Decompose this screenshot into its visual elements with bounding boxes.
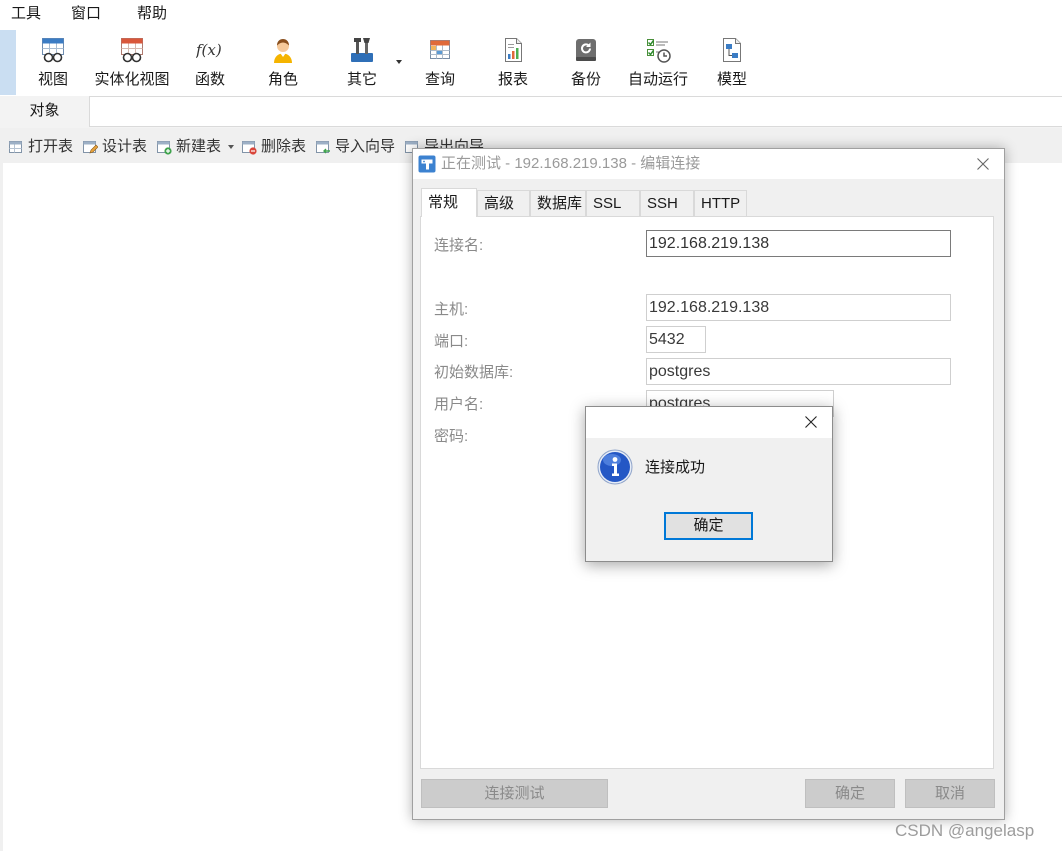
ok-button[interactable]: 确定 [805,779,895,808]
toolbar-report-button[interactable]: 报表 [473,33,553,93]
design-table-icon[interactable] [82,139,98,155]
toolbar-function-label: 函数 [194,71,225,88]
close-icon[interactable] [977,158,989,170]
navicat-app-icon [418,155,436,173]
toolbar-query-label: 查询 [424,71,455,88]
report-icon [499,36,527,64]
toolbar-view-button[interactable]: 视图 [13,33,93,93]
delete-table-icon[interactable] [241,139,257,155]
role-icon [269,36,297,64]
model-icon [718,36,746,64]
toolbar-view-label: 视图 [37,71,68,88]
design-table-button[interactable]: 设计表 [102,138,147,156]
port-field[interactable] [646,326,706,353]
open-table-button[interactable]: 打开表 [28,138,73,156]
connection-name-label: 连接名: [434,237,484,254]
toolbar-other-button[interactable]: 其它 [322,33,402,93]
connection-name-field[interactable] [646,230,951,257]
materialized-view-icon [118,36,146,64]
initial-database-field[interactable] [646,358,951,385]
dialog-title-bar[interactable]: 正在测试 - 192.168.219.138 - 编辑连接 [413,149,1004,179]
host-label: 主机: [434,301,469,318]
dialog-title: 正在测试 - 192.168.219.138 - 编辑连接 [441,155,701,172]
message-box-title-bar[interactable] [586,407,832,438]
import-wizard-button[interactable]: 导入向导 [335,138,395,156]
menu-help[interactable]: 帮助 [137,5,167,23]
backup-icon [572,36,600,64]
tab-ssl[interactable]: SSL [586,190,640,216]
import-wizard-icon[interactable] [315,139,331,155]
open-table-icon[interactable] [8,139,24,155]
username-label: 用户名: [434,396,484,413]
toolbar-materialized-view-button[interactable]: 实体化视图 [92,33,172,93]
tab-objects[interactable]: 对象 [0,96,89,128]
message-text: 连接成功 [645,459,706,476]
view-icon [39,36,67,64]
tab-advanced[interactable]: 高级 [477,190,530,216]
toolbar-role-button[interactable]: 角色 [243,33,323,93]
password-label: 密码: [434,428,469,445]
close-icon[interactable] [805,416,817,428]
watermark: CSDN @angelasp [895,821,1035,840]
message-box-ok-button[interactable]: 确定 [664,512,753,540]
host-field[interactable] [646,294,951,321]
new-table-dropdown-arrow[interactable] [228,145,234,149]
object-tab-row: 对象 [0,96,1062,128]
tab-row-empty-area [89,96,1062,127]
toolbar-other-label: 其它 [346,71,377,88]
cancel-button[interactable]: 取消 [905,779,995,808]
toolbar-report-label: 报表 [497,71,528,88]
tab-database[interactable]: 数据库 [530,190,586,216]
toolbar-backup-label: 备份 [570,71,601,88]
toolbar-automation-button[interactable]: 自动运行 [618,33,698,93]
main-toolbar: 视图 实体化视图 f(x) 函数 角色 其它 查询 报表 备份 自动运行 模型 [0,29,1062,96]
menu-window[interactable]: 窗口 [71,5,101,23]
query-icon [426,36,454,64]
toolbar-query-button[interactable]: 查询 [400,33,480,93]
test-connection-button[interactable]: 连接测试 [421,779,608,808]
menu-bar: 工具 窗口 帮助 [0,0,1062,28]
toolbar-model-label: 模型 [716,71,747,88]
new-table-button[interactable]: 新建表 [176,138,221,156]
info-icon [597,449,633,485]
toolbar-role-label: 角色 [267,71,298,88]
function-icon-glyph: f(x) [196,41,222,59]
connection-success-message-box: 连接成功 确定 [585,406,833,562]
new-table-icon[interactable] [156,139,172,155]
tab-ssh[interactable]: SSH [640,190,694,216]
tools-icon [348,36,376,64]
toolbar-automation-label: 自动运行 [627,71,688,88]
tab-http[interactable]: HTTP [694,190,747,216]
menu-tools[interactable]: 工具 [11,5,41,23]
automation-icon [644,36,672,64]
port-label: 端口: [434,333,469,350]
tab-general[interactable]: 常规 [421,188,477,217]
toolbar-function-button[interactable]: f(x) 函数 [170,33,250,93]
delete-table-button[interactable]: 删除表 [261,138,306,156]
initial-database-label: 初始数据库: [434,364,514,381]
function-icon: f(x) [196,36,224,64]
toolbar-materialized-view-label: 实体化视图 [94,71,170,88]
toolbar-backup-button[interactable]: 备份 [546,33,626,93]
navicat-window: 工具 窗口 帮助 视图 实体化视图 f(x) 函数 角色 其它 查询 报表 备份… [0,0,1062,851]
toolbar-model-button[interactable]: 模型 [692,33,772,93]
